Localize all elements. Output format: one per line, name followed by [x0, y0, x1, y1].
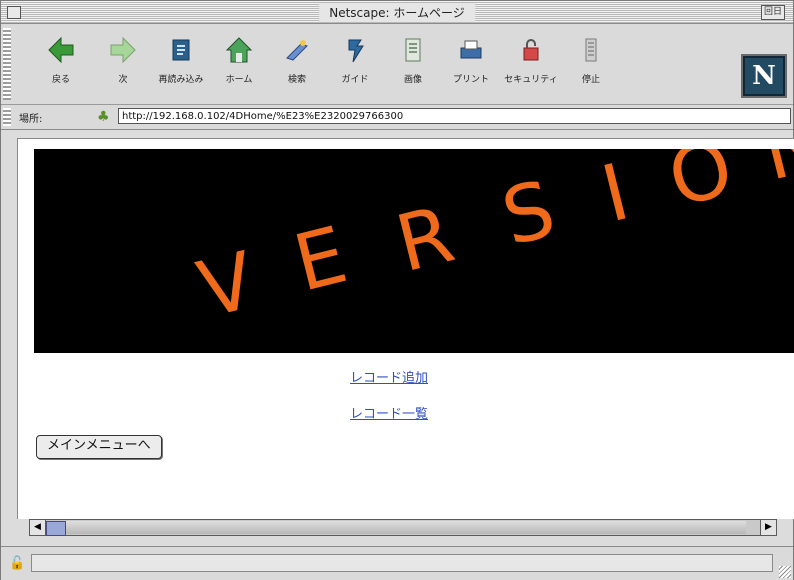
- back-button-label: 戻る: [51, 75, 70, 85]
- browser-window: Netscape: ホームページ 回日 戻る 次 再読み込み ホーム 検索 ガイ…: [0, 0, 794, 580]
- netscape-logo[interactable]: N: [741, 54, 787, 98]
- forward-button-label: 次: [118, 75, 128, 85]
- banner-letter-i: I: [593, 149, 638, 241]
- location-label: 場所:: [19, 114, 43, 125]
- stop-icon: [585, 38, 597, 62]
- security-lock-icon: [523, 39, 539, 61]
- url-field[interactable]: http://192.168.0.102/4DHome/%E23%E232002…: [118, 108, 791, 124]
- search-button[interactable]: 検索: [267, 34, 327, 98]
- reload-button-label: 再読み込み: [158, 75, 204, 85]
- security-status-icon[interactable]: 🔓: [9, 556, 25, 571]
- zoom-box[interactable]: 回日: [761, 5, 785, 20]
- status-message: [31, 554, 773, 572]
- scroll-track[interactable]: [46, 521, 746, 534]
- print-button[interactable]: プリント: [441, 34, 501, 98]
- banner-letter-e: E: [285, 210, 356, 310]
- record-list-link[interactable]: レコード一覧: [350, 403, 428, 422]
- scroll-left-arrow-icon[interactable]: ◀: [30, 520, 46, 535]
- print-button-label: プリント: [452, 75, 489, 85]
- security-button[interactable]: セキュリティ: [501, 34, 561, 98]
- print-icon: [460, 40, 482, 59]
- location-bar-grip[interactable]: [3, 108, 11, 126]
- toolbar-collapse-grip[interactable]: [3, 28, 11, 100]
- record-links: レコード追加 レコード一覧: [350, 367, 428, 439]
- add-record-link[interactable]: レコード追加: [350, 367, 428, 386]
- version-banner: V E R S I O N: [34, 149, 794, 353]
- images-button[interactable]: 画像: [383, 34, 443, 98]
- window-title: Netscape: ホームページ: [319, 3, 475, 22]
- main-menu-button[interactable]: メインメニューへ: [36, 435, 162, 459]
- images-icon: [405, 38, 421, 62]
- title-bar[interactable]: Netscape: ホームページ 回日: [1, 1, 793, 24]
- banner-letter-n: N: [754, 149, 794, 199]
- forward-button[interactable]: 次: [93, 34, 153, 98]
- status-bar: 🔓: [1, 546, 793, 580]
- horizontal-scrollbar[interactable]: ◀ ▶: [29, 519, 777, 536]
- guide-icon: [348, 39, 364, 63]
- home-icon: [225, 37, 253, 63]
- navigation-toolbar: 戻る 次 再読み込み ホーム 検索 ガイド 画像 プリント セキュリティ 停止 …: [1, 24, 793, 105]
- images-button-label: 画像: [403, 75, 422, 85]
- banner-letter-v: V: [189, 235, 264, 337]
- scroll-thumb[interactable]: [46, 521, 66, 536]
- security-button-label: セキュリティ: [504, 75, 558, 85]
- back-button[interactable]: 戻る: [31, 34, 91, 98]
- location-bar: 場所: ♣ http://192.168.0.102/4DHome/%E23%E…: [1, 105, 793, 130]
- back-arrow-icon: [48, 36, 74, 64]
- reload-icon: [172, 39, 190, 61]
- search-icon: [286, 40, 308, 61]
- banner-letter-o: O: [660, 149, 742, 226]
- banner-letter-s: S: [493, 164, 564, 264]
- forward-arrow-icon: [110, 36, 136, 64]
- page-content: V E R S I O N レコード追加 レコード一覧 メインメニューへ: [17, 138, 794, 519]
- search-button-label: 検索: [287, 75, 306, 85]
- stop-button-label: 停止: [581, 75, 600, 85]
- scroll-right-arrow-icon[interactable]: ▶: [760, 520, 776, 535]
- stop-button[interactable]: 停止: [561, 34, 621, 98]
- resize-grip-icon[interactable]: [779, 566, 791, 578]
- page-proxy-icon[interactable]: ♣: [97, 109, 110, 125]
- guide-button[interactable]: ガイド: [325, 34, 385, 98]
- home-button[interactable]: ホーム: [209, 34, 269, 98]
- banner-letter-r: R: [387, 189, 463, 291]
- close-box[interactable]: [7, 6, 21, 19]
- guide-button-label: ガイド: [341, 75, 369, 85]
- reload-button[interactable]: 再読み込み: [151, 34, 211, 98]
- home-button-label: ホーム: [225, 75, 253, 85]
